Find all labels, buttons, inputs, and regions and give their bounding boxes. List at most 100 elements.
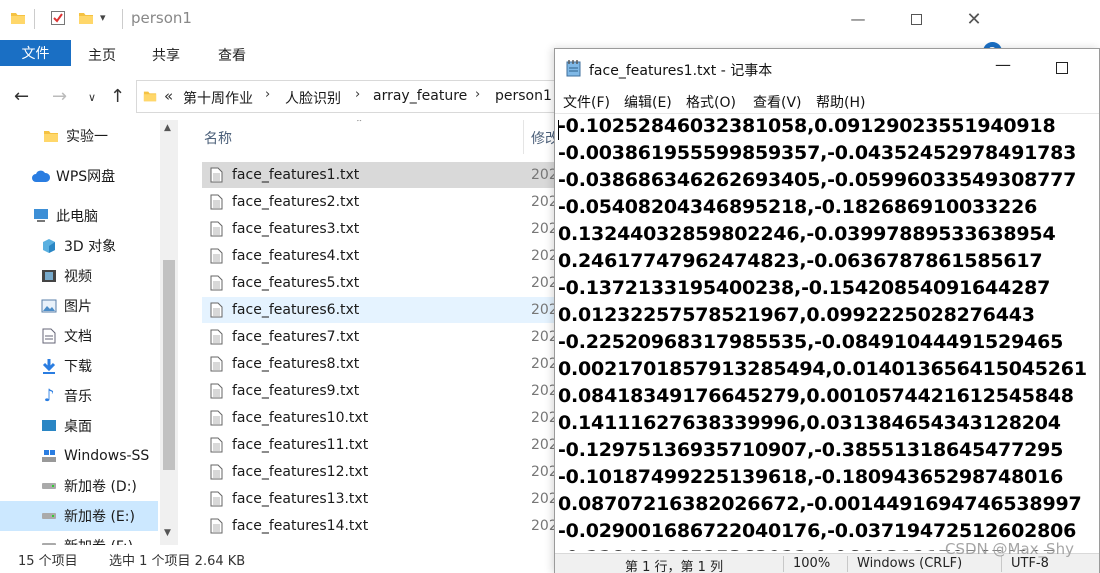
quick-access-dropdown-icon[interactable]: ▾ <box>100 11 116 27</box>
tab-share[interactable]: 共享 <box>152 45 180 65</box>
recent-locations-chevron-icon[interactable]: ∨ <box>88 91 96 104</box>
back-arrow-icon[interactable]: ← <box>14 86 29 107</box>
scroll-down-icon[interactable]: ▼ <box>164 528 171 538</box>
chevron-right-icon[interactable]: › <box>265 87 270 102</box>
file-row[interactable]: face_features10.txt2022 <box>202 405 560 431</box>
maximize-button[interactable] <box>893 0 939 38</box>
file-row[interactable]: face_features12.txt2022 <box>202 459 560 485</box>
file-row[interactable]: face_features5.txt2022 <box>202 270 560 296</box>
sidebar-item-pictures[interactable]: 图片 <box>0 291 158 321</box>
text-file-icon <box>202 329 230 345</box>
minimize-button[interactable]: — <box>835 0 881 38</box>
file-row[interactable]: face_features6.txt2022 <box>202 297 560 323</box>
sidebar-item-3d-objects[interactable]: 3D 对象 <box>0 231 158 261</box>
up-arrow-icon[interactable]: ↑ <box>110 86 125 107</box>
sidebar-item-wps-drive[interactable]: WPS网盘 <box>0 161 158 191</box>
sidebar-scrollbar[interactable]: ▲ ▼ <box>160 120 178 545</box>
breadcrumb-item[interactable]: array_feature <box>373 88 467 104</box>
sidebar-item-drive-e[interactable]: 新加卷 (E:) <box>0 501 158 531</box>
item-count: 15 个项目 <box>18 554 78 569</box>
file-name: face_features5.txt <box>232 275 360 291</box>
text-line: -0.1372133195400238,-0.15420854091644287 <box>558 277 1051 299</box>
scrollbar-thumb[interactable] <box>163 260 175 470</box>
quick-access-divider <box>34 9 35 29</box>
text-line: 0.08418349176645279,0.001057442161254584… <box>558 385 1074 407</box>
tab-file[interactable]: 文件 <box>0 40 71 66</box>
close-button[interactable]: ✕ <box>951 0 997 38</box>
menu-view[interactable]: 查看(V) <box>753 92 802 112</box>
maximize-button[interactable] <box>1056 62 1068 74</box>
breadcrumb-overflow[interactable]: « <box>164 87 173 105</box>
file-name: face_features1.txt <box>232 167 360 183</box>
sidebar-item-label: WPS网盘 <box>56 169 116 185</box>
column-header-name[interactable]: 名称 <box>204 128 232 148</box>
file-name: face_features12.txt <box>232 464 369 480</box>
file-row[interactable]: face_features4.txt2022 <box>202 243 560 269</box>
sidebar-item-label: 新加卷 (E:) <box>64 509 135 525</box>
file-row[interactable]: face_features3.txt2022 <box>202 216 560 242</box>
maximize-icon <box>910 13 922 25</box>
address-bar[interactable]: « 第十周作业 › 人脸识别 › array_feature › person1 <box>136 80 566 113</box>
sidebar-item-downloads[interactable]: 下载 <box>0 351 158 381</box>
file-row[interactable]: face_features11.txt2022 <box>202 432 560 458</box>
sidebar-item-desktop[interactable]: 桌面 <box>0 411 158 441</box>
file-name: face_features10.txt <box>232 410 369 426</box>
sidebar-item-label: 音乐 <box>64 389 92 405</box>
text-file-icon <box>202 302 230 318</box>
menu-file[interactable]: 文件(F) <box>563 92 610 112</box>
file-row[interactable]: face_features8.txt2022 <box>202 351 560 377</box>
notepad-titlebar: face_features1.txt - 记事本 — <box>555 49 1099 87</box>
notepad-icon <box>565 59 583 81</box>
sidebar-item-windows-drive[interactable]: Windows-SS <box>0 441 158 471</box>
menu-edit[interactable]: 编辑(E) <box>624 92 672 112</box>
folder-icon[interactable] <box>10 10 26 26</box>
drive-icon <box>38 506 60 526</box>
text-line: 0.24617747962474823,-0.0636787861585617 <box>558 250 1043 272</box>
chevron-right-icon[interactable]: › <box>475 87 480 102</box>
breadcrumb-item[interactable]: person1 <box>495 88 552 104</box>
column-divider[interactable] <box>523 120 524 154</box>
file-row[interactable]: face_features9.txt2022 <box>202 378 560 404</box>
file-row[interactable]: face_features1.txt2022 <box>202 162 560 188</box>
text-file-icon <box>202 275 230 291</box>
properties-check-icon[interactable] <box>50 10 66 26</box>
text-file-icon <box>202 221 230 237</box>
menu-help[interactable]: 帮助(H) <box>816 92 865 112</box>
minimize-button[interactable]: — <box>995 55 1011 74</box>
status-divider <box>783 556 784 572</box>
desktop-icon <box>38 416 60 436</box>
text-file-icon <box>202 248 230 264</box>
sidebar-item-label: 视频 <box>64 269 92 285</box>
file-row[interactable]: face_features14.txt2022 <box>202 513 560 539</box>
chevron-right-icon[interactable]: › <box>355 87 360 102</box>
scroll-up-icon[interactable]: ▲ <box>164 123 171 133</box>
sidebar-item-music[interactable]: ♪ 音乐 <box>0 381 158 411</box>
sidebar-item-this-pc[interactable]: 此电脑 <box>0 201 158 231</box>
drive-icon <box>38 536 60 545</box>
status-divider <box>1001 556 1002 572</box>
forward-arrow-icon[interactable]: → <box>52 86 67 107</box>
new-folder-icon[interactable] <box>78 10 94 26</box>
sidebar-item-drive-d[interactable]: 新加卷 (D:) <box>0 471 158 501</box>
music-icon: ♪ <box>43 386 55 406</box>
file-row[interactable]: face_features7.txt2022 <box>202 324 560 350</box>
text-editor[interactable]: -0.10252846032381058,0.09129023551940918… <box>555 113 1099 551</box>
sidebar-item-label: 文档 <box>64 329 92 345</box>
file-name: face_features4.txt <box>232 248 360 264</box>
sidebar-item-drive-f[interactable]: 新加卷 (F:) <box>0 531 158 545</box>
sidebar-item-documents[interactable]: 文档 <box>0 321 158 351</box>
menu-format[interactable]: 格式(O) <box>686 92 736 112</box>
sidebar-item-label: 新加卷 (D:) <box>64 479 137 495</box>
tab-home[interactable]: 主页 <box>88 45 116 65</box>
text-file-icon <box>202 437 230 453</box>
breadcrumb-item[interactable]: 第十周作业 <box>183 88 253 108</box>
file-name: face_features11.txt <box>232 437 369 453</box>
file-row[interactable]: face_features2.txt2022 <box>202 189 560 215</box>
breadcrumb-item[interactable]: 人脸识别 <box>285 88 341 108</box>
sidebar-item-folder[interactable]: 实验一 <box>0 121 158 151</box>
tab-view[interactable]: 查看 <box>218 45 246 65</box>
text-file-icon <box>202 410 230 426</box>
sidebar-item-videos[interactable]: 视频 <box>0 261 158 291</box>
text-line: 0.01232257578521967,0.0992225028276443 <box>558 304 1035 326</box>
file-row[interactable]: face_features13.txt2022 <box>202 486 560 512</box>
